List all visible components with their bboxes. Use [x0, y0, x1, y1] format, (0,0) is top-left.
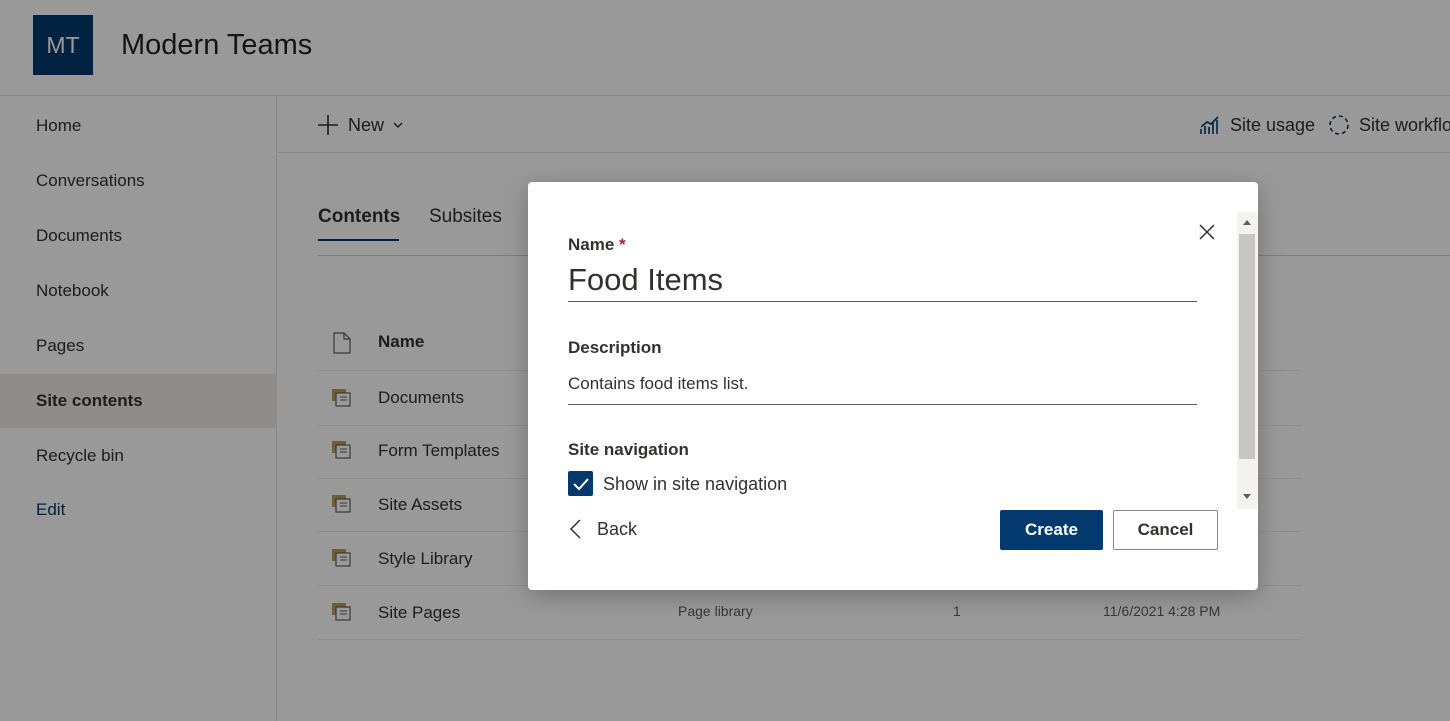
required-marker: *	[619, 235, 626, 254]
cancel-button[interactable]: Cancel	[1113, 510, 1218, 550]
description-input-underline	[568, 404, 1197, 405]
chevron-left-icon	[569, 519, 581, 539]
description-label: Description	[568, 338, 662, 357]
show-in-nav-label[interactable]: Show in site navigation	[603, 474, 787, 495]
scroll-up-icon[interactable]	[1242, 218, 1252, 226]
back-button[interactable]: Back	[568, 518, 637, 540]
create-button[interactable]: Create	[1000, 510, 1103, 550]
checkmark-icon	[572, 477, 589, 490]
name-input-underline	[568, 301, 1197, 302]
show-in-nav-checkbox[interactable]	[568, 471, 593, 496]
description-input[interactable]: Contains food items list.	[568, 374, 748, 394]
site-navigation-label: Site navigation	[568, 440, 689, 459]
name-input[interactable]: Food Items	[568, 262, 723, 298]
name-label: Name *	[568, 235, 626, 255]
scrollbar-thumb[interactable]	[1239, 234, 1255, 459]
back-label: Back	[597, 518, 638, 539]
scroll-down-icon[interactable]	[1242, 493, 1252, 501]
name-label-text: Name	[568, 235, 615, 254]
create-list-dialog: Name * Food Items Description Contains f…	[528, 182, 1258, 590]
close-icon[interactable]	[1199, 224, 1215, 240]
